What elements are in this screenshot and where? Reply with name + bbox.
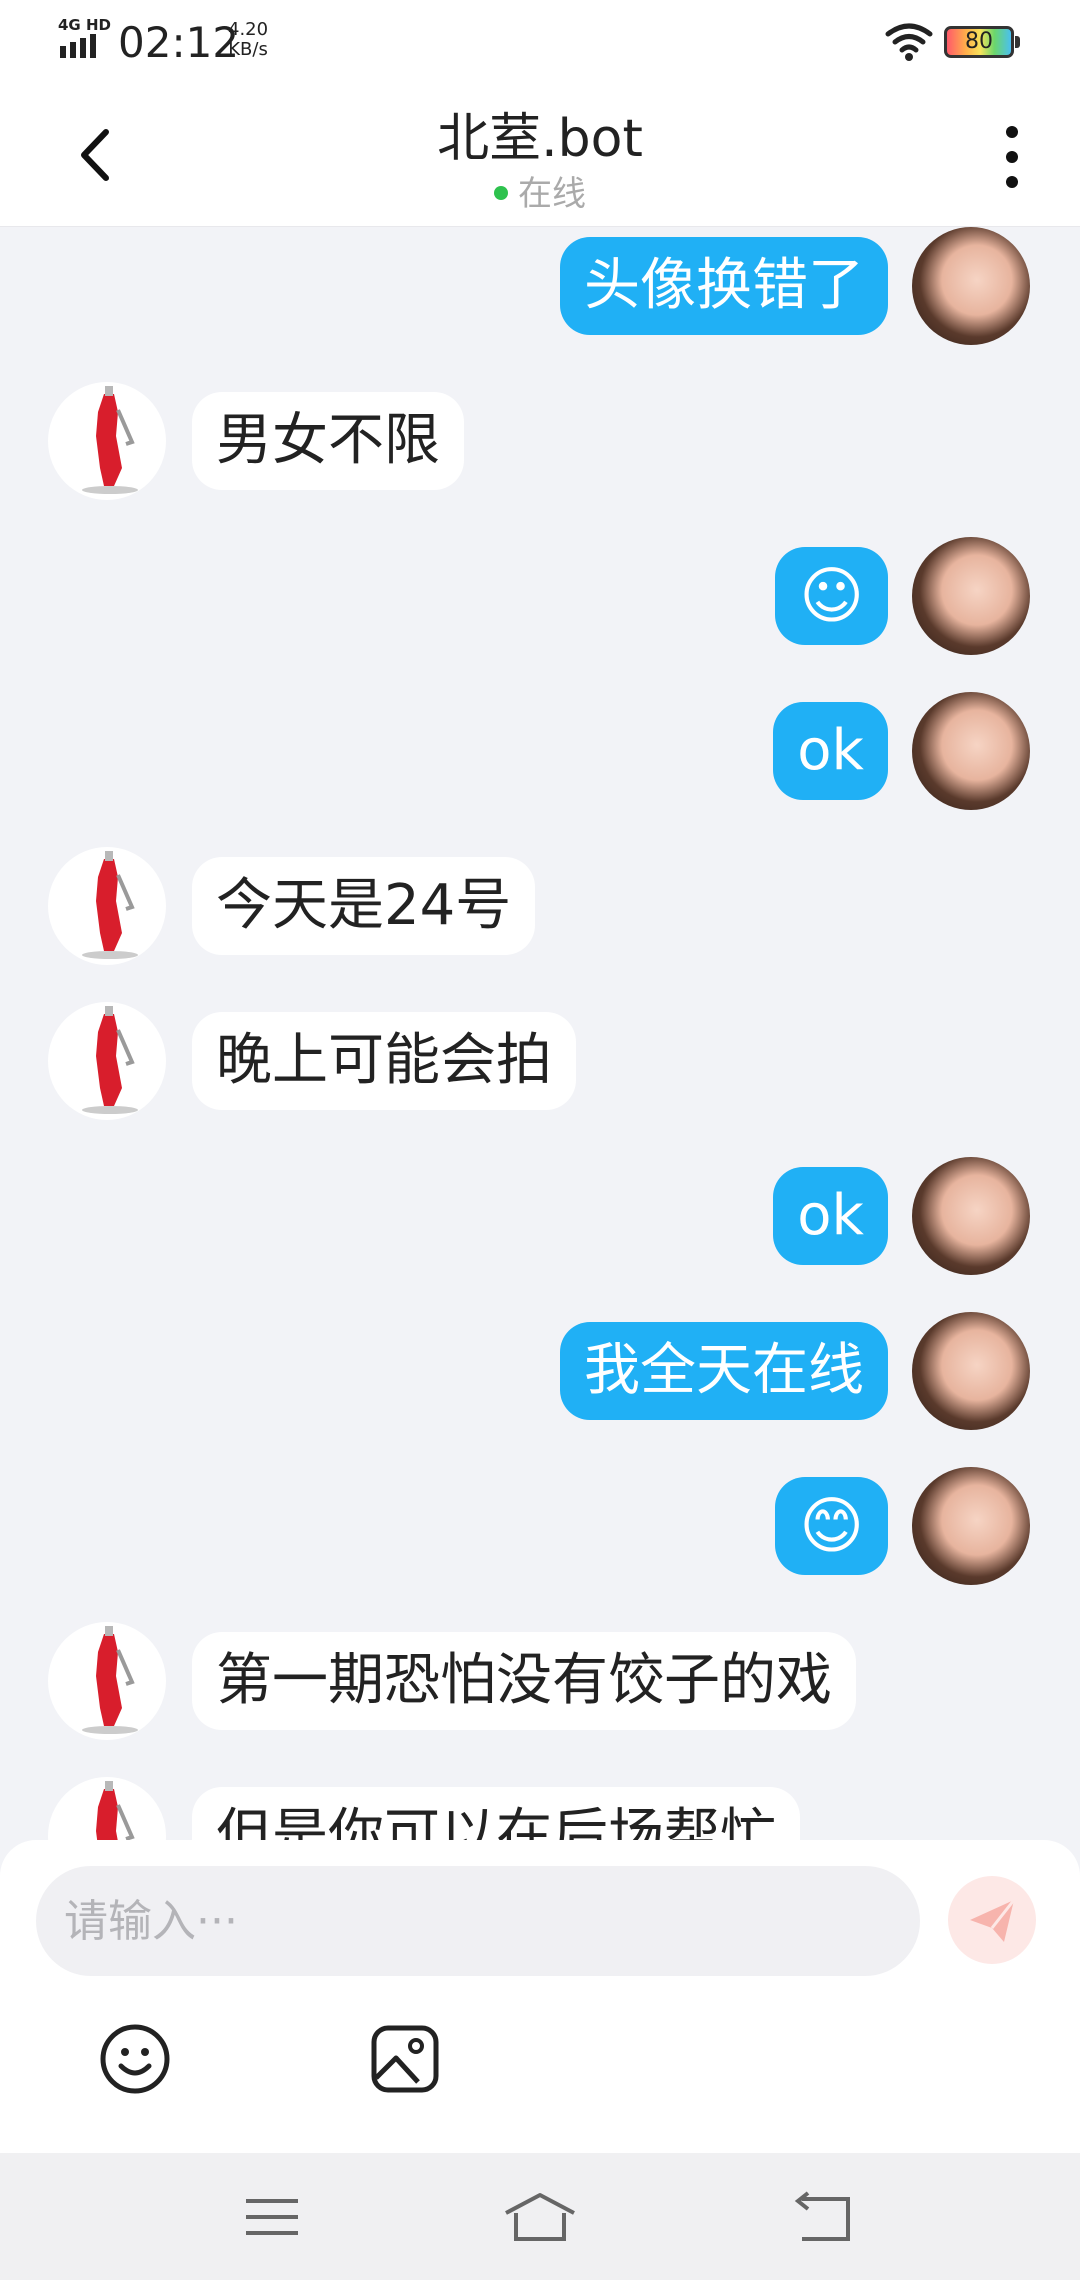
back-icon[interactable] bbox=[772, 2189, 872, 2245]
message-bubble[interactable]: 第一期恐怕没有饺子的戏 bbox=[192, 1632, 856, 1730]
message-row: ok bbox=[0, 692, 1080, 812]
message-bubble[interactable]: 我全天在线 bbox=[560, 1322, 888, 1420]
message-bubble[interactable]: 头像换错了 bbox=[560, 237, 888, 335]
figure-icon bbox=[82, 386, 138, 494]
message-bubble[interactable]: 男女不限 bbox=[192, 392, 464, 490]
composer bbox=[0, 1840, 1080, 2153]
battery-tip bbox=[1015, 36, 1020, 48]
message-input[interactable] bbox=[36, 1866, 920, 1976]
message-bubble[interactable]: 😊 bbox=[775, 1477, 888, 1575]
chat-title: 北荎.bot bbox=[437, 109, 643, 169]
presence-status: 在线 bbox=[0, 166, 1080, 215]
my-avatar[interactable] bbox=[912, 227, 1030, 345]
my-avatar[interactable] bbox=[912, 537, 1030, 655]
clock: 02:12 bbox=[118, 18, 240, 67]
figure-icon bbox=[82, 851, 138, 959]
battery-body: 80 bbox=[944, 26, 1014, 58]
contact-avatar[interactable] bbox=[48, 1002, 166, 1120]
network-speed: 4.20 KB/s bbox=[228, 20, 268, 60]
my-avatar[interactable] bbox=[912, 1312, 1030, 1430]
message-row: 😊 bbox=[0, 1467, 1080, 1587]
message-row: 头像换错了 bbox=[0, 227, 1080, 347]
signal-icon bbox=[60, 34, 96, 58]
chat-header: 北荎.bot 在线 bbox=[0, 84, 1080, 227]
figure-icon bbox=[96, 1781, 135, 1840]
image-icon[interactable] bbox=[368, 2022, 442, 2096]
status-bar: 4G HD 02:12 4.20 KB/s 80 bbox=[0, 0, 1080, 84]
speed-unit: KB/s bbox=[228, 39, 268, 60]
send-button[interactable] bbox=[948, 1876, 1036, 1964]
message-row: 晚上可能会拍 bbox=[0, 1002, 1080, 1122]
message-bubble[interactable]: ok bbox=[773, 702, 888, 800]
contact-avatar[interactable] bbox=[48, 847, 166, 965]
message-row: ok bbox=[0, 1157, 1080, 1277]
home-icon[interactable] bbox=[490, 2189, 590, 2245]
more-dot bbox=[1006, 126, 1018, 138]
contact-avatar[interactable] bbox=[48, 1622, 166, 1740]
wifi-icon bbox=[885, 23, 933, 61]
my-avatar[interactable] bbox=[912, 1467, 1030, 1585]
message-row: 但是你可以在后场帮忙 bbox=[0, 1777, 1080, 1840]
menu-icon[interactable] bbox=[222, 2189, 322, 2245]
system-nav-bar bbox=[0, 2153, 1080, 2280]
contact-avatar[interactable] bbox=[48, 1777, 166, 1840]
message-bubble[interactable]: 晚上可能会拍 bbox=[192, 1012, 576, 1110]
battery-level: 80 bbox=[965, 29, 993, 54]
message-row: ☺ bbox=[0, 537, 1080, 657]
message-bubble[interactable]: ☺ bbox=[775, 547, 888, 645]
message-bubble[interactable]: 但是你可以在后场帮忙 bbox=[192, 1787, 800, 1840]
figure-icon bbox=[82, 1626, 138, 1734]
message-row: 今天是24号 bbox=[0, 847, 1080, 967]
message-row: 第一期恐怕没有饺子的戏 bbox=[0, 1622, 1080, 1742]
contact-avatar[interactable] bbox=[48, 382, 166, 500]
message-row: 我全天在线 bbox=[0, 1312, 1080, 1432]
presence-label: 在线 bbox=[518, 174, 586, 214]
speed-value: 4.20 bbox=[228, 19, 269, 40]
more-dot bbox=[1006, 176, 1018, 188]
message-bubble[interactable]: 今天是24号 bbox=[192, 857, 536, 955]
my-avatar[interactable] bbox=[912, 692, 1030, 810]
more-dot bbox=[1006, 151, 1018, 163]
message-bubble[interactable]: ok bbox=[773, 1167, 888, 1265]
message-row: 男女不限 bbox=[0, 382, 1080, 502]
online-dot bbox=[494, 185, 508, 200]
send-icon bbox=[970, 1899, 1016, 1942]
more-vertical-icon[interactable] bbox=[986, 122, 1042, 192]
figure-icon bbox=[82, 1006, 138, 1114]
my-avatar[interactable] bbox=[912, 1157, 1030, 1275]
message-list[interactable]: 头像换错了 男女不限 ☺ ok 今天是24号 晚上可能会拍 ok 我全天在线 😊… bbox=[0, 227, 1080, 1840]
battery-indicator: 80 bbox=[944, 26, 1020, 58]
emoji-icon[interactable] bbox=[98, 2022, 172, 2096]
